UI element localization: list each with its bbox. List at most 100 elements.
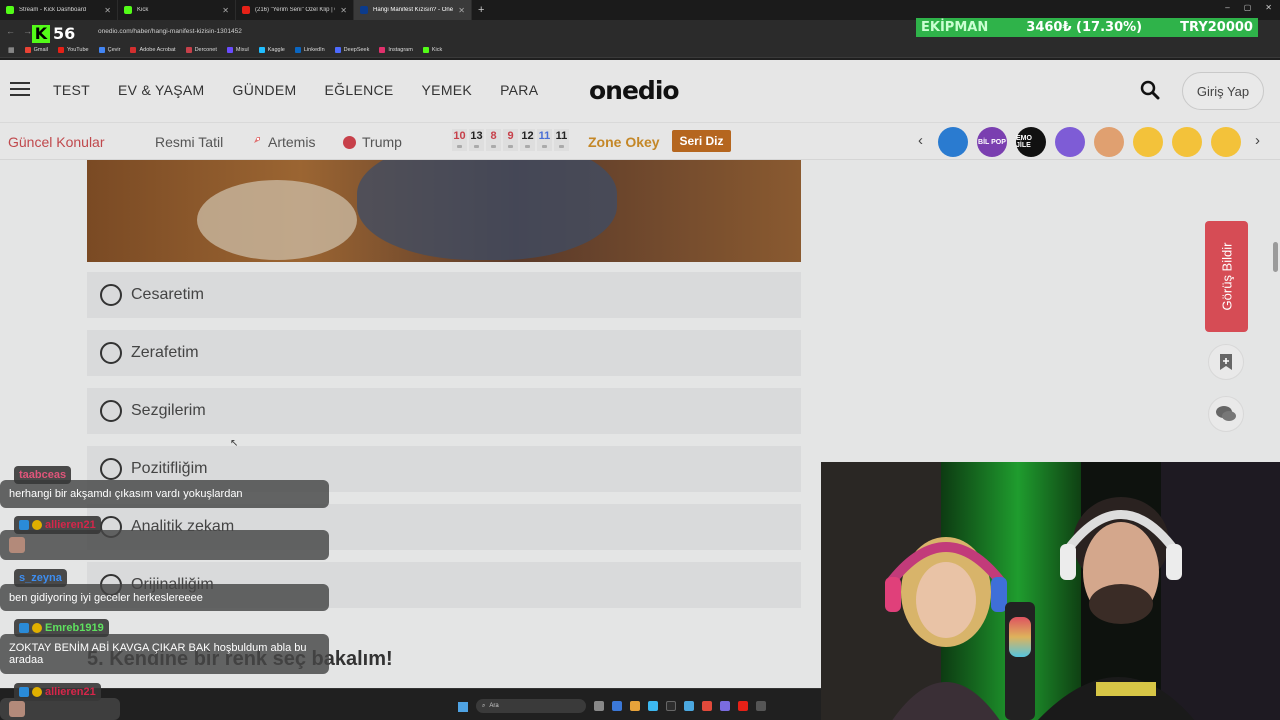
chat-username[interactable]: taabceas	[14, 466, 72, 484]
store-icon[interactable]	[648, 701, 658, 711]
chat-username[interactable]: allieren21	[14, 683, 101, 701]
reaction-icon[interactable]	[938, 127, 968, 157]
reaction-icon[interactable]	[1211, 127, 1241, 157]
bookmark-item[interactable]: Instagram	[379, 46, 413, 53]
bookmark-item[interactable]: Adobe Acrobat	[130, 46, 176, 53]
bookmark-item[interactable]: LinkedIn	[294, 46, 325, 53]
task-view-icon[interactable]	[594, 701, 604, 711]
tab-close-icon[interactable]: ✕	[340, 6, 347, 15]
file-explorer-icon[interactable]	[630, 701, 640, 711]
reaction-icon[interactable]	[1133, 127, 1163, 157]
reaction-icon[interactable]: BİL POP	[977, 127, 1007, 157]
nav-item[interactable]: GÜNDEM	[233, 82, 297, 98]
rocket-icon	[250, 137, 260, 147]
minimize-icon[interactable]: –	[1225, 3, 1229, 12]
terminal-icon[interactable]	[666, 701, 676, 711]
radio-button[interactable]	[100, 284, 122, 306]
menu-icon[interactable]	[10, 82, 30, 96]
edge-icon[interactable]	[612, 701, 622, 711]
feedback-tab[interactable]: Görüş Bildir	[1205, 221, 1248, 332]
quiz-option[interactable]: Cesaretim	[87, 272, 801, 318]
chevron-left-icon[interactable]: ‹	[918, 132, 923, 149]
donation-goal-ticker: EKİPMAN 3460₺ (17.30%) TRY20000	[916, 18, 1258, 37]
apps-icon[interactable]: ▦	[8, 46, 15, 54]
number-game-widget[interactable]: 10 13 8 9 12 11 11	[452, 129, 569, 151]
back-icon[interactable]: ←	[6, 26, 15, 36]
mouse-cursor-icon: ↖	[230, 438, 239, 449]
radio-button[interactable]	[100, 458, 122, 480]
chrome-icon[interactable]	[702, 701, 712, 711]
quiz-option[interactable]: Zerafetim	[87, 330, 801, 376]
topic-resmi-tatil[interactable]: Resmi Tatil	[155, 134, 223, 150]
close-window-icon[interactable]: ✕	[1265, 3, 1272, 12]
url-field[interactable]: onedio.com/haber/hangi-manifest-kizisin-…	[98, 28, 242, 35]
ticker-goal: TRY20000	[1180, 20, 1253, 35]
bookmark-item[interactable]: DeepSeek	[334, 46, 369, 53]
chat-username[interactable]: allieren21	[14, 516, 101, 534]
forward-icon[interactable]: →	[23, 26, 32, 36]
bookmark-favicon-icon	[98, 46, 105, 53]
browser-tab[interactable]: (216) "Yerim Seni" Özel Klip | G ✕	[236, 0, 354, 20]
option-label: Pozitifliğim	[131, 460, 208, 477]
chat-username[interactable]: Emreb1919	[14, 619, 109, 637]
reaction-icon[interactable]	[1172, 127, 1202, 157]
gift-badge-icon	[32, 687, 42, 697]
chat-username[interactable]: s_zeyna	[14, 569, 67, 587]
bookmarks-bar: ▦ Gmail YouTube Çevir Adobe Acrobat Derc…	[0, 42, 1280, 58]
reaction-strip: BİL POP EMO JİLE	[938, 127, 1241, 157]
chat-message-text: ZOKTAY BENİM ABİ KAVGA ÇIKAR BAK hoşbuld…	[9, 642, 307, 666]
bookmark-item[interactable]: Derconet	[185, 46, 217, 53]
trump-avatar-icon	[343, 135, 356, 149]
taskbar-search[interactable]: ⌕ Ara	[476, 699, 586, 713]
streamer-female-image	[885, 537, 1007, 720]
bookmark-favicon-icon	[130, 46, 137, 53]
reaction-icon[interactable]	[1094, 127, 1124, 157]
reaction-icon[interactable]: EMO JİLE	[1016, 127, 1046, 157]
bookmark-favicon-icon	[24, 46, 31, 53]
bookmark-favicon-icon	[226, 46, 233, 53]
bookmark-item[interactable]: Kick	[422, 46, 442, 53]
login-button[interactable]: Giriş Yap	[1182, 72, 1264, 110]
nav-item[interactable]: YEMEK	[422, 82, 473, 98]
start-menu-icon[interactable]	[458, 702, 468, 712]
nav-item[interactable]: EĞLENCE	[325, 82, 394, 98]
zone-okey-link[interactable]: Zone Okey	[588, 134, 660, 150]
new-tab-button[interactable]: +	[478, 4, 484, 16]
bookmark-item[interactable]: Mixul	[226, 46, 249, 53]
search-icon[interactable]	[1140, 80, 1160, 100]
comments-icon[interactable]	[1208, 396, 1244, 432]
quiz-option[interactable]: Sezgilerim	[87, 388, 801, 434]
nav-item[interactable]: EV & YAŞAM	[118, 82, 205, 98]
ticker-amount: 3460₺ (17.30%)	[1026, 20, 1143, 35]
taskbar-search-label: Ara	[489, 703, 499, 709]
topic-artemis[interactable]: Artemis	[248, 134, 315, 150]
youtube-icon[interactable]	[738, 701, 748, 711]
topic-trump[interactable]: Trump	[343, 134, 402, 150]
tab-close-icon[interactable]: ✕	[222, 6, 229, 15]
seri-diz-button[interactable]: Seri Diz	[672, 130, 731, 152]
mail-icon[interactable]	[684, 701, 694, 711]
bookmark-item[interactable]: Kaggle	[258, 46, 285, 53]
site-logo[interactable]: onedio	[589, 76, 680, 105]
reaction-icon[interactable]	[1055, 127, 1085, 157]
browser-tab[interactable]: Hangi Manifest Kızısın? - Oned ✕	[354, 0, 472, 20]
bookmark-item[interactable]: YouTube	[58, 46, 89, 53]
tab-close-icon[interactable]: ✕	[458, 6, 465, 15]
chevron-right-icon[interactable]: ›	[1255, 132, 1260, 149]
nav-item[interactable]: PARA	[500, 82, 538, 98]
browser-tab[interactable]: Kick ✕	[118, 0, 236, 20]
maximize-icon[interactable]: ▢	[1244, 3, 1252, 12]
nav-item[interactable]: TEST	[53, 82, 90, 98]
app-icon[interactable]	[756, 701, 766, 711]
discord-icon[interactable]	[720, 701, 730, 711]
bookmark-item[interactable]: Gmail	[24, 46, 48, 53]
browser-tab[interactable]: Stream - Kick Dashboard ✕	[0, 0, 118, 20]
bookmark-add-icon[interactable]	[1208, 344, 1244, 380]
bookmark-item[interactable]: Çevir	[98, 46, 120, 53]
tab-close-icon[interactable]: ✕	[104, 6, 111, 15]
page-scrollbar[interactable]	[1273, 242, 1278, 272]
tab-favicon-icon	[242, 6, 250, 14]
radio-button[interactable]	[100, 342, 122, 364]
chat-message	[0, 698, 120, 720]
radio-button[interactable]	[100, 400, 122, 422]
